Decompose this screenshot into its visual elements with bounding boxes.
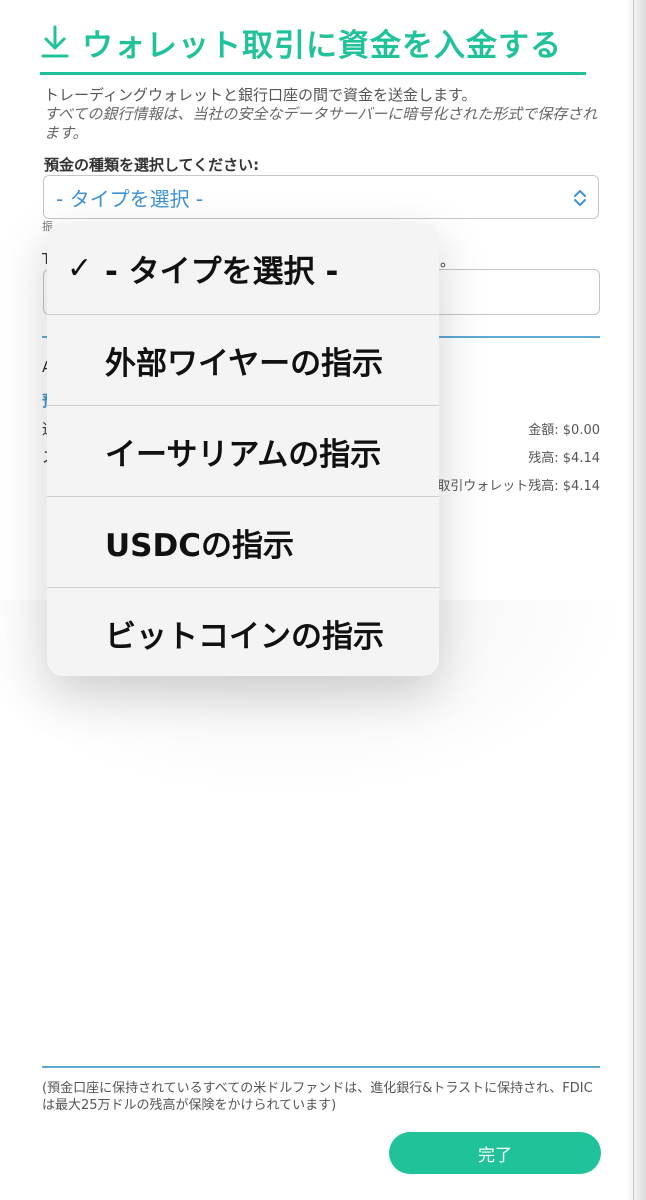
title-divider [40, 72, 586, 75]
wallet-balance-value: 取引ウォレット残高: $4.14 [437, 479, 600, 494]
dropdown-option-label: ビットコインの指示 [105, 618, 384, 655]
dropdown-option-bitcoin[interactable]: ビットコインの指示 [47, 587, 439, 676]
dropdown-option-label: USDCの指示 [105, 527, 294, 564]
dropdown-option-label: 外部ワイヤーの指示 [105, 345, 384, 382]
dropdown-option-label: - タイプを選択 - [105, 254, 339, 290]
dropdown-option-label: イーサリアムの指示 [105, 436, 382, 473]
dropdown-option-wire[interactable]: 外部ワイヤーの指示 [47, 314, 439, 405]
deposit-type-dropdown: ✓ - タイプを選択 - 外部ワイヤーの指示 イーサリアムの指示 USDCの指示… [47, 223, 439, 676]
description-line-1: トレーディングウォレットと銀行口座の間で資金を送金します。 [44, 86, 477, 104]
done-button[interactable]: 完了 [389, 1132, 601, 1174]
page-title: ウォレット取引に資金を入金する [82, 27, 562, 64]
footer-divider [42, 1066, 600, 1068]
chevron-up-down-icon [574, 190, 586, 206]
dropdown-option-select-type[interactable]: ✓ - タイプを選択 - [47, 223, 439, 314]
page-header: ウォレット取引に資金を入金する [40, 20, 588, 75]
deposit-type-value: - タイプを選択 - [56, 186, 204, 211]
fdic-note: (預金口座に保持されているすべての米ドルファンドは、進化銀行&トラストに保持され… [42, 1081, 593, 1113]
download-icon [41, 25, 69, 58]
deposit-type-select[interactable]: - タイプを選択 - [43, 175, 599, 219]
page-edge [633, 0, 634, 1200]
dropdown-option-usdc[interactable]: USDCの指示 [47, 496, 439, 587]
description: トレーディングウォレットと銀行口座の間で資金を送金します。 すべての銀行情報は、… [44, 86, 604, 143]
second-field-label-end: 。 [440, 252, 456, 270]
dropdown-option-ethereum[interactable]: イーサリアムの指示 [47, 405, 439, 496]
checkmark-icon: ✓ [67, 251, 93, 286]
deposit-type-label: 預金の種類を選択してください: [44, 156, 260, 174]
amount-value: 金額: $0.00 [528, 423, 600, 438]
description-line-2: すべての銀行情報は、当社の安全なデータサーバーに暗号化された形式で保存されます。 [44, 105, 598, 142]
balance-value: 残高: $4.14 [528, 451, 600, 466]
